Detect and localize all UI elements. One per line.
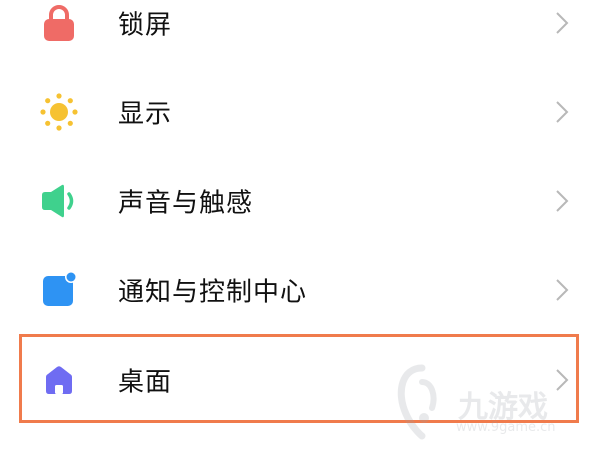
home-icon (38, 359, 80, 401)
settings-screen: 锁屏 显示 声音与触感 通知与控制中心 桌面 九游戏 www.9game.cn (0, 0, 600, 450)
settings-item-label: 声音与触感 (118, 188, 254, 218)
sun-icon (38, 91, 80, 133)
lock-icon (38, 2, 80, 44)
settings-item-label: 通知与控制中心 (118, 277, 308, 307)
chevron-right-icon (554, 99, 570, 125)
settings-item-label: 显示 (118, 99, 173, 129)
settings-item-home-screen[interactable]: 桌面 (0, 335, 600, 424)
settings-item-notifications-control-center[interactable]: 通知与控制中心 (0, 245, 600, 334)
settings-item-sound-haptics[interactable]: 声音与触感 (0, 156, 600, 245)
chevron-right-icon (554, 188, 570, 214)
settings-item-display[interactable]: 显示 (0, 67, 600, 156)
chevron-right-icon (554, 277, 570, 303)
speaker-icon (38, 180, 80, 222)
settings-item-label: 锁屏 (118, 10, 173, 40)
chevron-right-icon (554, 367, 570, 393)
chevron-right-icon (554, 10, 570, 36)
notification-icon (38, 269, 80, 311)
settings-item-label: 桌面 (118, 367, 173, 397)
settings-item-lock-screen[interactable]: 锁屏 (0, 0, 600, 67)
